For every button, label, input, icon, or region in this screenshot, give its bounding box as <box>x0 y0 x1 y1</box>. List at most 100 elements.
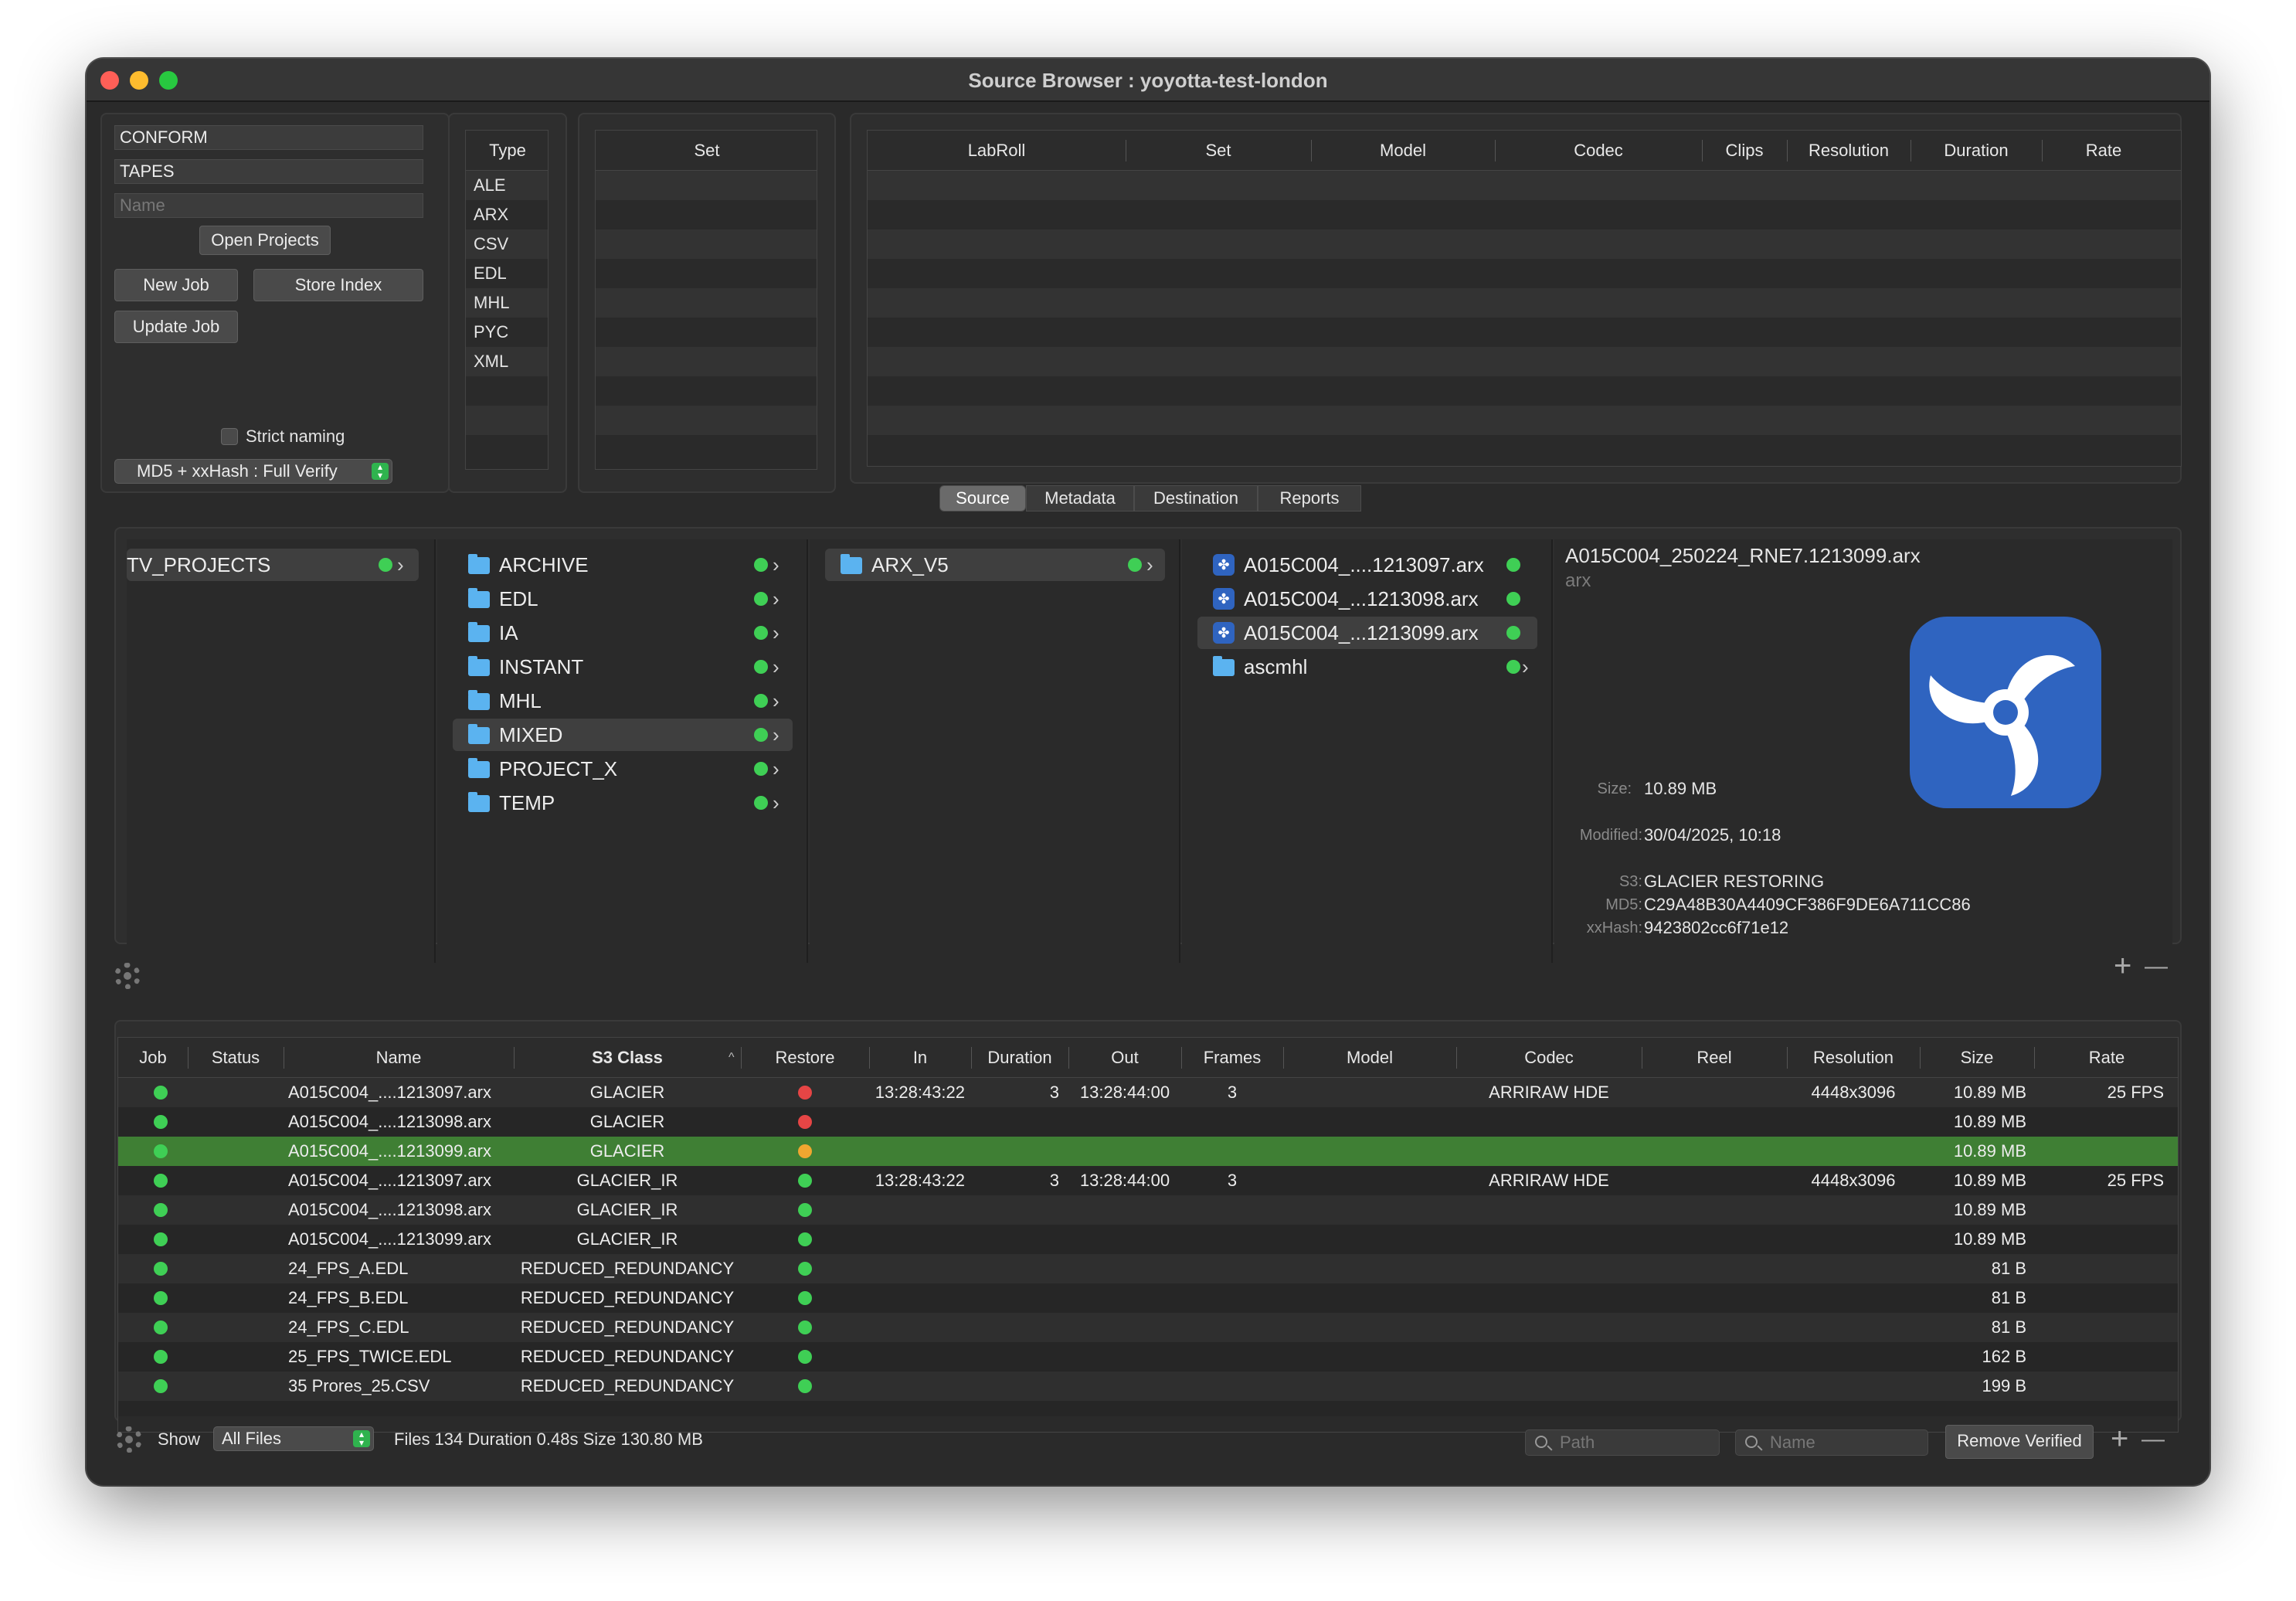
column-divider[interactable] <box>1787 140 1788 161</box>
browser-add-button[interactable]: + <box>2114 949 2131 984</box>
new-job-button[interactable]: New Job <box>114 269 238 301</box>
table-row[interactable]: 35 Prores_25.CSV REDUCED_REDUNDANCY 199 B <box>118 1372 2178 1401</box>
table-row[interactable] <box>868 406 2181 435</box>
verify-mode-popup[interactable]: MD5 + xxHash : Full Verify ▴ ▾ <box>114 459 392 484</box>
jobs-gear-icon[interactable] <box>116 1426 142 1453</box>
table-row[interactable]: A015C004_....1213099.arx GLACIER 10.89 MB <box>118 1137 2178 1166</box>
browser-item-ia[interactable]: IA › <box>453 617 793 649</box>
labroll-column-header[interactable]: Duration <box>1911 131 2042 171</box>
column-divider[interactable] <box>2042 140 2043 161</box>
browser-remove-button[interactable]: — <box>2145 953 2168 980</box>
open-projects-button[interactable]: Open Projects <box>199 226 331 255</box>
table-row[interactable] <box>868 435 2181 464</box>
type-column-header[interactable]: Type <box>466 131 548 171</box>
browser-item-edl[interactable]: EDL › <box>453 583 793 615</box>
jobs-column-header[interactable]: Resolution <box>1787 1038 1920 1078</box>
minimize-window-button[interactable] <box>130 71 148 90</box>
table-row[interactable]: 24_FPS_C.EDL REDUCED_REDUNDANCY 81 B <box>118 1313 2178 1342</box>
column-divider[interactable] <box>1920 1047 1921 1069</box>
table-row[interactable]: A015C004_....1213097.arx GLACIER 13:28:43:… <box>118 1078 2178 1107</box>
tab-destination[interactable]: Destination <box>1134 485 1258 512</box>
tab-metadata[interactable]: Metadata <box>1026 485 1134 512</box>
name-field[interactable]: Name <box>114 193 423 218</box>
table-row[interactable] <box>596 229 817 259</box>
conform-field[interactable]: CONFORM <box>114 125 423 150</box>
table-row[interactable] <box>596 200 817 229</box>
remove-verified-button[interactable]: Remove Verified <box>1945 1425 2094 1459</box>
table-row[interactable]: A015C004_....1213097.arx GLACIER_IR 13:28:… <box>118 1166 2178 1195</box>
jobs-column-header[interactable]: In <box>869 1038 971 1078</box>
table-row[interactable]: 25_FPS_TWICE.EDL REDUCED_REDUNDANCY 162 B <box>118 1342 2178 1372</box>
labroll-column-header[interactable]: Codec <box>1495 131 1702 171</box>
zoom-window-button[interactable] <box>159 71 178 90</box>
table-row[interactable]: XML <box>466 347 548 376</box>
table-row[interactable] <box>868 200 2181 229</box>
table-row[interactable] <box>596 376 817 406</box>
jobs-column-header[interactable]: Size <box>1920 1038 2034 1078</box>
browser-item-temp[interactable]: TEMP › <box>453 787 793 819</box>
browser-item-arx-v5[interactable]: ARX_V5 › <box>825 549 1165 581</box>
table-row[interactable]: A015C004_....1213099.arx GLACIER_IR 10.89 … <box>118 1225 2178 1254</box>
table-row[interactable] <box>596 347 817 376</box>
update-job-button[interactable]: Update Job <box>114 311 238 343</box>
browser-item-mixed[interactable]: MIXED › <box>453 719 793 751</box>
table-row[interactable] <box>118 1401 2178 1416</box>
strict-naming-checkbox[interactable] <box>221 428 238 445</box>
column-divider[interactable] <box>1495 140 1496 161</box>
table-row[interactable]: MHL <box>466 288 548 318</box>
column-divider[interactable] <box>514 1047 515 1069</box>
browser-item-ascmhl[interactable]: ascmhl › <box>1197 651 1537 683</box>
file-item[interactable]: ✤ A015C004_...1213098.arx <box>1197 583 1537 615</box>
table-row[interactable] <box>868 376 2181 406</box>
table-row[interactable] <box>466 376 548 406</box>
table-row[interactable] <box>596 259 817 288</box>
table-row[interactable] <box>868 259 2181 288</box>
table-row[interactable]: PYC <box>466 318 548 347</box>
table-row[interactable] <box>868 288 2181 318</box>
table-row[interactable]: A015C004_....1213098.arx GLACIER_IR 10.89 … <box>118 1195 2178 1225</box>
jobs-column-header[interactable]: Codec <box>1456 1038 1642 1078</box>
column-divider[interactable] <box>1283 1047 1284 1069</box>
jobs-column-header[interactable]: Reel <box>1642 1038 1787 1078</box>
file-item[interactable]: ✤ A015C004_...1213099.arx <box>1197 617 1537 649</box>
jobs-column-header[interactable]: S3 Class <box>514 1038 741 1078</box>
store-index-button[interactable]: Store Index <box>253 269 423 301</box>
tapes-field[interactable]: TAPES <box>114 159 423 184</box>
tab-reports[interactable]: Reports <box>1258 485 1361 512</box>
table-row[interactable] <box>596 288 817 318</box>
jobs-add-button[interactable]: + <box>2111 1422 2128 1457</box>
jobs-column-header[interactable]: Name <box>284 1038 514 1078</box>
column-divider[interactable] <box>1702 140 1703 161</box>
table-row[interactable] <box>868 347 2181 376</box>
table-row[interactable]: CSV <box>466 229 548 259</box>
jobs-column-header[interactable]: Rate <box>2034 1038 2178 1078</box>
jobs-column-header[interactable]: Duration <box>971 1038 1068 1078</box>
labroll-column-header[interactable]: LabRoll <box>868 131 1126 171</box>
column-divider[interactable] <box>1456 1047 1457 1069</box>
browser-item-mhl[interactable]: MHL › <box>453 685 793 717</box>
table-row[interactable]: ARX <box>466 200 548 229</box>
table-row[interactable] <box>868 171 2181 200</box>
column-divider[interactable] <box>741 1047 742 1069</box>
column-divider[interactable] <box>1068 1047 1069 1069</box>
jobs-column-header[interactable]: Model <box>1283 1038 1456 1078</box>
jobs-column-header[interactable]: Restore <box>741 1038 869 1078</box>
table-row[interactable]: 24_FPS_A.EDL REDUCED_REDUNDANCY 81 B <box>118 1254 2178 1283</box>
table-row[interactable] <box>596 435 817 464</box>
jobs-column-header[interactable]: Status <box>188 1038 284 1078</box>
labroll-column-header[interactable]: Model <box>1311 131 1495 171</box>
jobs-remove-button[interactable]: — <box>2141 1426 2165 1453</box>
browser-item-project_x[interactable]: PROJECT_X › <box>453 753 793 785</box>
table-row[interactable] <box>596 171 817 200</box>
tab-source[interactable]: Source <box>939 485 1026 512</box>
table-row[interactable] <box>868 318 2181 347</box>
column-divider[interactable] <box>1311 140 1312 161</box>
browser-item-instant[interactable]: INSTANT › <box>453 651 793 683</box>
browser-gear-icon[interactable] <box>114 963 141 989</box>
labroll-column-header[interactable]: Clips <box>1702 131 1787 171</box>
table-row[interactable] <box>596 406 817 435</box>
close-window-button[interactable] <box>100 71 119 90</box>
column-divider[interactable] <box>2034 1047 2035 1069</box>
labroll-column-header[interactable]: Rate <box>2042 131 2165 171</box>
name-search-input[interactable]: Name <box>1735 1429 1928 1456</box>
